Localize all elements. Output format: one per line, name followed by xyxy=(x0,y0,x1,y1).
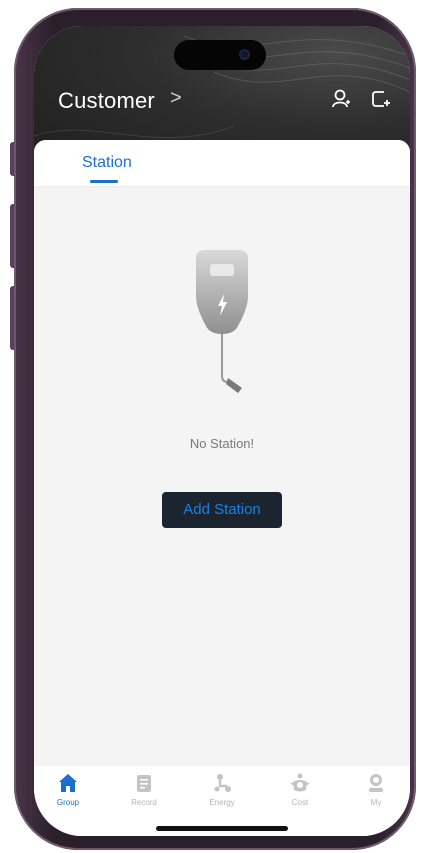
person-icon[interactable] xyxy=(330,88,352,110)
nav-item-group[interactable]: Group xyxy=(38,772,98,816)
tab-bar: Station xyxy=(34,140,410,187)
page: Customer > Station No Station! Add Stati… xyxy=(0,0,422,853)
main-content: Station No Station! Add Station xyxy=(34,140,410,766)
cost-icon xyxy=(290,773,310,792)
nav-item-cost[interactable]: Cost xyxy=(270,772,330,816)
nav-item-my[interactable]: My xyxy=(346,772,406,816)
energy-icon xyxy=(214,774,231,792)
nav-label-group: Group xyxy=(56,798,80,807)
profile-icon xyxy=(369,774,383,792)
nav-label-cost: Cost xyxy=(291,798,309,807)
charger-icon xyxy=(196,250,248,393)
dynamic-island xyxy=(174,40,266,70)
app-screen: Customer > Station No Station! Add Stati… xyxy=(34,26,410,836)
nav-item-energy[interactable]: Energy xyxy=(192,772,252,816)
front-camera xyxy=(239,49,250,60)
empty-state-message: No Station! xyxy=(189,436,255,451)
bottom-nav: Group Record Energy Cost My xyxy=(34,766,410,836)
nav-item-record[interactable]: Record xyxy=(114,772,174,816)
chevron-right-icon[interactable]: > xyxy=(170,87,182,110)
nav-label-record: Record xyxy=(131,798,157,807)
tab-station[interactable]: Station xyxy=(82,154,132,172)
record-icon xyxy=(137,775,151,792)
nav-label-my: My xyxy=(370,798,382,807)
add-station-button[interactable]: Add Station xyxy=(162,492,282,528)
active-tab-indicator xyxy=(90,180,118,183)
add-device-icon[interactable] xyxy=(370,88,392,110)
home-icon xyxy=(59,774,77,792)
home-indicator xyxy=(156,826,288,831)
page-title[interactable]: Customer xyxy=(58,88,155,114)
nav-label-energy: Energy xyxy=(209,798,235,807)
